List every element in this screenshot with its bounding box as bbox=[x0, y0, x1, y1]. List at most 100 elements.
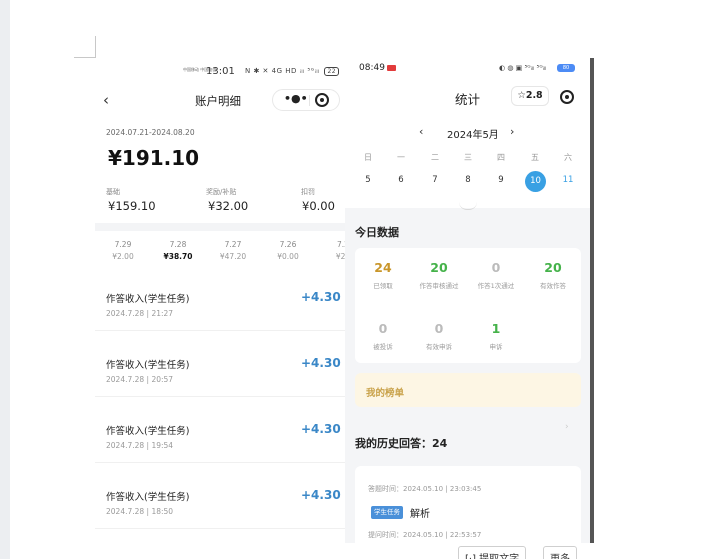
signal-icons: N ✱ ✕ 4G HD ᵢₗₗ ⁵ᴳᵢₗₗ bbox=[245, 67, 320, 75]
phone-frame-edge bbox=[590, 58, 594, 543]
document-margin-bar bbox=[0, 0, 10, 559]
stat-value-penalty: ¥0.00 bbox=[302, 199, 335, 213]
close-target-icon[interactable] bbox=[560, 90, 574, 104]
day-amount-selected[interactable]: ¥38.70 bbox=[158, 252, 198, 261]
crop-mark bbox=[74, 36, 96, 58]
date-range[interactable]: 2024.07.21-2024.08.20 bbox=[106, 128, 195, 137]
stat-value-valid: 20 bbox=[544, 260, 562, 275]
transaction-amount: +4.30 bbox=[301, 356, 341, 370]
stat-value-complained: 0 bbox=[378, 321, 388, 336]
stat-label-claimed: 已领取 bbox=[373, 282, 393, 290]
day-amount[interactable]: ¥21 bbox=[323, 252, 345, 261]
weekday-label: 二 bbox=[431, 153, 439, 162]
extract-text-button[interactable]: [⋅] 提取文字 bbox=[458, 546, 527, 559]
answer-time: 答题时间：2024.05.10 | 23:03:45 bbox=[368, 485, 482, 493]
calendar-date[interactable]: 5 bbox=[358, 175, 378, 185]
day-amount[interactable]: ¥0.00 bbox=[268, 252, 308, 261]
stat-value-base: ¥159.10 bbox=[108, 199, 156, 213]
stat-label-approved: 作答审核通过 bbox=[419, 282, 459, 290]
account-detail-screenshot: 中国移动 中国电信 13:01 N ✱ ✕ 4G HD ᵢₗₗ ⁵ᴳᵢₗₗ 22… bbox=[95, 58, 345, 548]
mini-program-capsule: •●• bbox=[272, 89, 340, 111]
stat-label-complained: 被投诉 bbox=[373, 343, 393, 351]
signal-icons: ◐ ◍ ▣ ⁵ᴳᵢₗₗ ⁵ᴳᵢₗₗ bbox=[499, 64, 547, 72]
calendar-date-selected[interactable]: 10 bbox=[525, 171, 546, 192]
stat-value-valid-appeal: 0 bbox=[434, 321, 444, 336]
stat-label-appeal: 申诉 bbox=[489, 343, 503, 351]
stat-label-base: 基础 bbox=[106, 188, 120, 196]
calendar-date[interactable]: 8 bbox=[458, 175, 478, 185]
weekday-label: 一 bbox=[397, 153, 405, 162]
row-divider bbox=[95, 330, 345, 331]
capsule-divider bbox=[309, 95, 310, 106]
more-button[interactable]: 更多 bbox=[543, 546, 577, 559]
stat-label-first-pass: 作答1次通过 bbox=[477, 282, 515, 290]
close-target-icon[interactable] bbox=[315, 93, 329, 107]
chevron-right-icon[interactable]: › bbox=[565, 422, 569, 432]
row-divider bbox=[95, 528, 345, 529]
history-item-card[interactable]: 答题时间：2024.05.10 | 23:03:45 学生任务 解析 提问时间：… bbox=[355, 466, 581, 543]
transaction-time: 2024.7.28 | 19:54 bbox=[106, 441, 174, 450]
status-icons: N ✱ ✕ 4G HD ᵢₗₗ ⁵ᴳᵢₗₗ 22 bbox=[245, 67, 340, 83]
next-month-button[interactable]: › bbox=[510, 125, 514, 138]
stat-value-claimed: 24 bbox=[374, 260, 392, 275]
day-amount[interactable]: ¥2.00 bbox=[103, 252, 143, 261]
today-data-title: 今日数据 bbox=[355, 226, 399, 239]
day-date[interactable]: 7.28 bbox=[158, 240, 198, 249]
transaction-title[interactable]: 作答收入(学生任务) bbox=[106, 291, 189, 305]
total-amount: ¥191.10 bbox=[108, 146, 200, 170]
statistics-screenshot: 08:49 ◐ ◍ ▣ ⁵ᴳᵢₗₗ ⁵ᴳᵢₗₗ 80 统计 ☆2.8 ‹ 202… bbox=[345, 58, 591, 543]
status-time: 08:49 bbox=[359, 63, 385, 73]
transaction-time: 2024.7.28 | 20:57 bbox=[106, 375, 174, 384]
battery-icon: 22 bbox=[324, 67, 340, 76]
calendar-date[interactable]: 11 bbox=[558, 175, 578, 185]
stat-value-approved: 20 bbox=[430, 260, 448, 275]
weekday-label: 六 bbox=[564, 153, 572, 162]
task-tag: 学生任务 bbox=[371, 506, 403, 519]
transaction-title[interactable]: 作答收入(学生任务) bbox=[106, 357, 189, 371]
status-time: 13:01 bbox=[206, 66, 235, 77]
calendar-date[interactable]: 6 bbox=[391, 175, 411, 185]
transaction-amount: +4.30 bbox=[301, 422, 341, 436]
my-ranking-card[interactable]: 我的榜单 bbox=[355, 373, 581, 407]
my-ranking-label: 我的榜单 bbox=[366, 388, 405, 399]
today-stats-card: 24 已领取 20 作答审核通过 0 作答1次通过 20 有效作答 0 被投诉 … bbox=[355, 248, 581, 363]
history-title: 我的历史回答：24 bbox=[355, 437, 448, 450]
row-divider bbox=[95, 462, 345, 463]
stat-value-first-pass: 0 bbox=[491, 260, 501, 275]
day-date[interactable]: 7.26 bbox=[268, 240, 308, 249]
day-date[interactable]: 7.2 bbox=[323, 240, 345, 249]
transaction-time: 2024.7.28 | 21:27 bbox=[106, 309, 174, 318]
stat-value-appeal: 1 bbox=[491, 321, 501, 336]
stat-label-penalty: 扣罚 bbox=[301, 188, 315, 196]
history-item-title: 解析 bbox=[410, 509, 430, 520]
stat-value-bonus: ¥32.00 bbox=[208, 199, 249, 213]
transaction-time: 2024.7.28 | 18:50 bbox=[106, 507, 174, 516]
transaction-title[interactable]: 作答收入(学生任务) bbox=[106, 489, 189, 503]
weekday-label: 三 bbox=[464, 153, 472, 162]
battery-icon: 80 bbox=[557, 64, 575, 72]
transaction-title[interactable]: 作答收入(学生任务) bbox=[106, 423, 189, 437]
calendar-date[interactable]: 7 bbox=[425, 175, 445, 185]
carrier-label: 中国移动 中国电信 bbox=[183, 67, 217, 72]
transaction-amount: +4.30 bbox=[301, 488, 341, 502]
prev-month-button[interactable]: ‹ bbox=[419, 125, 423, 138]
stat-label-valid-appeal: 有效申诉 bbox=[426, 343, 452, 351]
day-amount[interactable]: ¥47.20 bbox=[213, 252, 253, 261]
more-dots-icon[interactable]: •●• bbox=[284, 92, 308, 105]
transaction-amount: +4.30 bbox=[301, 290, 341, 304]
question-time: 提问时间：2024.05.10 | 22:53:57 bbox=[368, 531, 482, 539]
stat-label-valid: 有效作答 bbox=[540, 282, 566, 290]
day-date[interactable]: 7.27 bbox=[213, 240, 253, 249]
weekday-label: 五 bbox=[531, 153, 539, 162]
calendar-date[interactable]: 9 bbox=[491, 175, 511, 185]
page-title: 账户明细 bbox=[195, 94, 241, 108]
row-divider bbox=[95, 396, 345, 397]
recording-icon bbox=[387, 65, 396, 71]
weekday-label: 四 bbox=[497, 153, 505, 162]
day-date[interactable]: 7.29 bbox=[103, 240, 143, 249]
rating-star-badge[interactable]: ☆2.8 bbox=[511, 86, 549, 106]
weekday-label: 日 bbox=[364, 153, 372, 162]
section-divider bbox=[95, 223, 345, 231]
back-button[interactable]: ‹ bbox=[103, 91, 109, 109]
calendar-month: 2024年5月 bbox=[447, 130, 499, 141]
